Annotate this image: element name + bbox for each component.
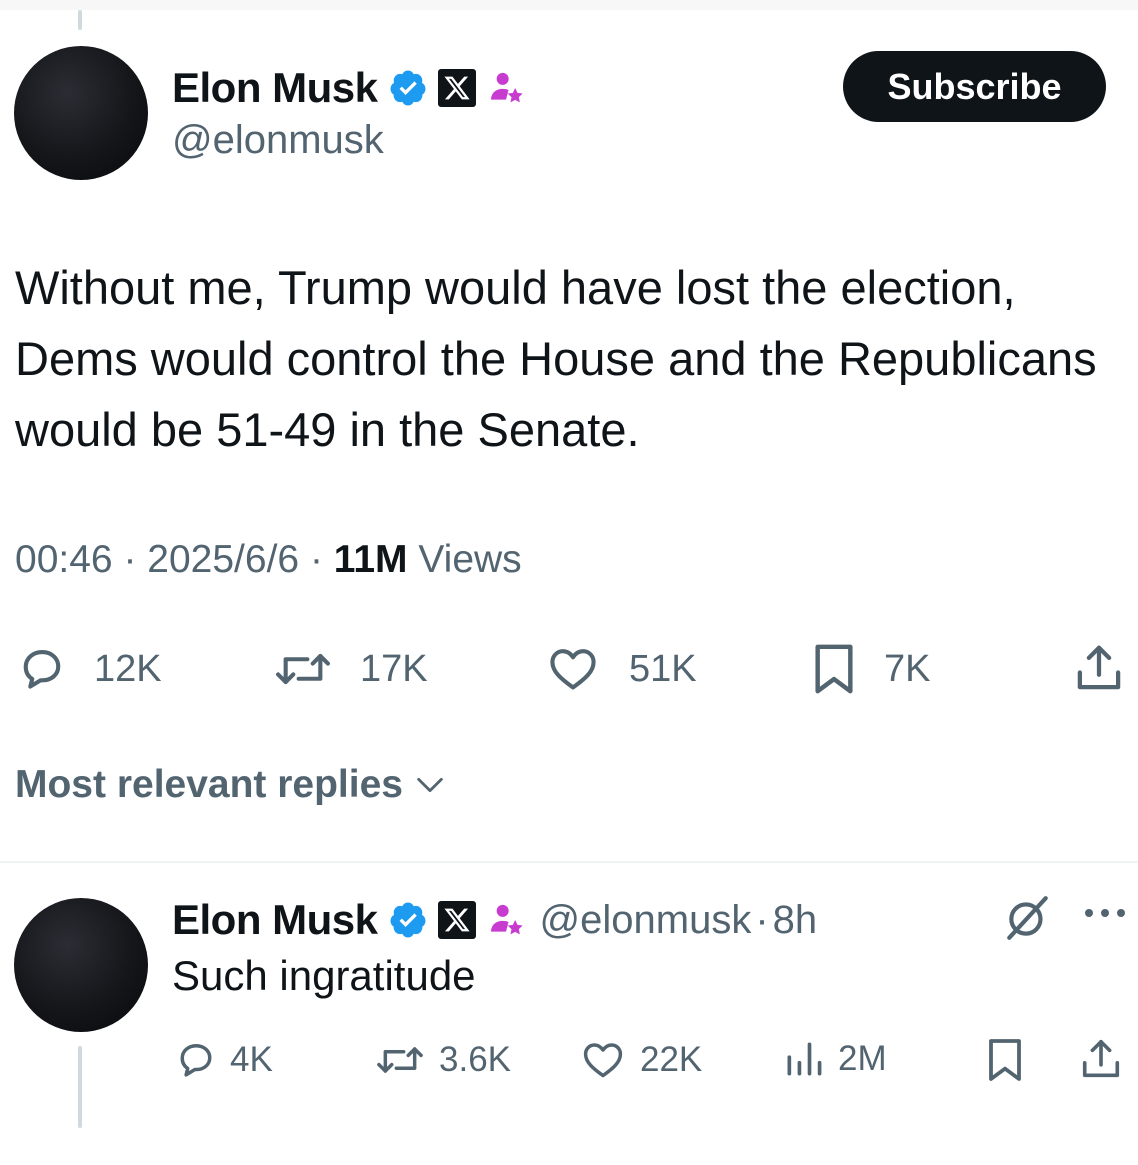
chevron-down-icon <box>417 777 443 793</box>
bookmark-button[interactable]: 7K <box>810 641 930 697</box>
author-name[interactable]: Elon Musk <box>172 64 378 112</box>
reply-author-row: Elon Musk @elonmusk · 8h <box>172 896 817 944</box>
reply-icon <box>23 650 61 689</box>
share-icon <box>1077 645 1121 690</box>
replies-sort-label: Most relevant replies <box>15 763 403 806</box>
meta-separator: · <box>123 538 137 581</box>
author-avatar[interactable] <box>14 46 148 180</box>
tweet-text: Without me, Trump would have lost the el… <box>15 261 1097 456</box>
reply-text: Such ingratitude <box>172 952 476 999</box>
grok-icon[interactable] <box>1003 893 1053 948</box>
reply-reply-button[interactable]: 4K <box>174 1038 273 1082</box>
repost-icon <box>276 653 330 685</box>
reply-reply-count: 4K <box>230 1040 273 1079</box>
reply-views-button[interactable]: 2M <box>782 1036 887 1082</box>
bookmark-icon <box>989 1039 1021 1081</box>
reply-count: 12K <box>94 647 162 690</box>
author-handle[interactable]: @elonmusk <box>172 118 384 163</box>
like-button[interactable]: 51K <box>543 643 697 695</box>
reply-button[interactable]: 12K <box>16 643 162 695</box>
more-options-icon[interactable] <box>1083 905 1127 926</box>
reply-bookmark-button[interactable] <box>985 1036 1025 1084</box>
subscribe-button[interactable]: Subscribe <box>843 51 1106 122</box>
reply-repost-button[interactable]: 3.6K <box>373 1038 511 1082</box>
share-icon <box>1082 1039 1120 1078</box>
reply-views-count: 2M <box>838 1039 887 1078</box>
repost-button[interactable]: 17K <box>272 643 428 695</box>
tweet-time[interactable]: 00:46 <box>15 538 113 581</box>
views-count[interactable]: 11M <box>334 538 408 581</box>
tweet-date[interactable]: 2025/6/6 <box>147 538 299 581</box>
reply-repost-count: 3.6K <box>439 1040 511 1079</box>
author-name-row: Elon Musk <box>172 64 526 112</box>
reply-author-avatar[interactable] <box>14 898 148 1032</box>
x-logo-icon[interactable] <box>437 901 476 939</box>
reply-icon <box>180 1043 212 1077</box>
repost-icon <box>377 1047 423 1073</box>
views-chart-icon <box>787 1042 822 1076</box>
thread-line-top <box>78 10 82 30</box>
verified-icon[interactable] <box>388 900 428 940</box>
meta-separator: · <box>309 538 323 581</box>
bookmark-icon <box>815 644 853 694</box>
section-divider <box>0 861 1138 863</box>
bookmark-count: 7K <box>884 647 931 690</box>
affiliate-person-icon[interactable] <box>486 900 526 940</box>
reply-author-name[interactable]: Elon Musk <box>172 896 378 944</box>
replies-sort-dropdown[interactable]: Most relevant replies <box>15 763 447 807</box>
tweet-meta: 00:46 · 2025/6/6 · 11M Views <box>15 538 522 582</box>
reply-like-count: 22K <box>640 1040 703 1079</box>
heart-icon <box>583 1043 623 1078</box>
repost-count: 17K <box>360 647 428 690</box>
reply-time[interactable]: 8h <box>773 898 818 943</box>
affiliate-person-icon[interactable] <box>486 68 526 108</box>
like-count: 51K <box>629 647 697 690</box>
reply-like-button[interactable]: 22K <box>578 1038 702 1082</box>
reply-share-button[interactable] <box>1078 1036 1124 1082</box>
verified-icon[interactable] <box>388 68 428 108</box>
views-label[interactable]: Views <box>418 538 521 581</box>
heart-icon <box>550 649 596 690</box>
share-button[interactable] <box>1072 641 1126 695</box>
top-edge <box>0 0 1138 10</box>
x-logo-icon[interactable] <box>437 69 476 107</box>
thread-line-bottom <box>78 1046 82 1128</box>
reply-author-handle[interactable]: @elonmusk <box>540 898 752 943</box>
reply-separator: · <box>755 897 769 942</box>
